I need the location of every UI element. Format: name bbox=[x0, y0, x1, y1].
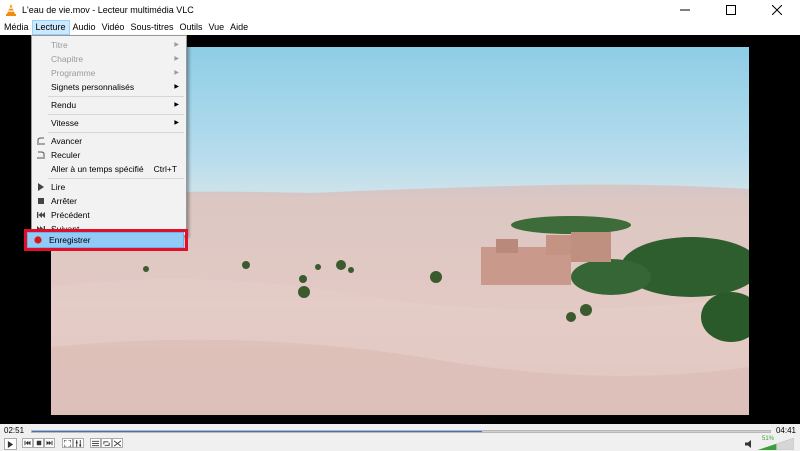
stop-icon bbox=[36, 440, 41, 446]
playlist-button[interactable] bbox=[90, 438, 101, 448]
window-title: L'eau de vie.mov - Lecteur multimédia VL… bbox=[22, 5, 194, 15]
volume-slider[interactable] bbox=[758, 438, 794, 450]
submenu-arrow-icon: ▶ bbox=[174, 56, 179, 62]
submenu-arrow-icon: ▶ bbox=[174, 70, 179, 76]
player-controls: 02:51 04:41 51% bbox=[0, 424, 800, 451]
maximize-icon bbox=[726, 5, 736, 15]
backward-icon bbox=[37, 151, 45, 159]
submenu-arrow-icon: ▶ bbox=[174, 84, 179, 90]
menu-item-stop[interactable]: Arrêter bbox=[33, 194, 185, 208]
menu-media[interactable]: Média bbox=[0, 20, 32, 35]
menu-separator bbox=[48, 178, 184, 179]
menu-item-play[interactable]: Lire bbox=[33, 180, 185, 194]
play-icon bbox=[7, 440, 14, 448]
menu-view[interactable]: Vue bbox=[205, 20, 227, 35]
previous-icon bbox=[24, 440, 31, 446]
menu-item-chapter[interactable]: Chapitre ▶ bbox=[33, 52, 185, 66]
submenu-arrow-icon: ▶ bbox=[174, 102, 179, 108]
menu-subtitles[interactable]: Sous-titres bbox=[127, 20, 176, 35]
play-icon bbox=[38, 183, 44, 191]
menu-audio[interactable]: Audio bbox=[70, 20, 99, 35]
seek-progress bbox=[32, 431, 483, 432]
minimize-icon bbox=[680, 9, 690, 11]
forward-icon bbox=[37, 137, 45, 145]
menu-item-forward[interactable]: Avancer bbox=[33, 134, 185, 148]
menu-playback[interactable]: Lecture bbox=[31, 20, 70, 35]
total-time: 04:41 bbox=[775, 426, 796, 435]
shuffle-icon bbox=[114, 440, 121, 446]
menu-item-backward[interactable]: Reculer bbox=[33, 148, 185, 162]
stop-button[interactable] bbox=[33, 438, 44, 448]
submenu-arrow-icon: ▶ bbox=[174, 42, 179, 48]
menu-bar: Média Lecture Audio Vidéo Sous-titres Ou… bbox=[0, 20, 800, 35]
menu-item-title[interactable]: Titre ▶ bbox=[33, 38, 185, 52]
shortcut-label: Ctrl+T bbox=[153, 164, 177, 174]
menu-item-speed[interactable]: Vitesse ▶ bbox=[33, 116, 185, 130]
seek-bar[interactable] bbox=[31, 430, 771, 433]
submenu-arrow-icon: ▶ bbox=[174, 120, 179, 126]
vlc-cone-icon bbox=[6, 4, 16, 16]
menu-video[interactable]: Vidéo bbox=[99, 20, 128, 35]
stop-icon bbox=[38, 198, 44, 204]
menu-item-renderer[interactable]: Rendu ▶ bbox=[33, 98, 185, 112]
previous-icon bbox=[37, 212, 45, 218]
fullscreen-button[interactable] bbox=[62, 438, 73, 448]
menu-tools[interactable]: Outils bbox=[176, 20, 205, 35]
menu-help[interactable]: Aide bbox=[227, 20, 251, 35]
title-bar: L'eau de vie.mov - Lecteur multimédia VL… bbox=[0, 0, 800, 20]
menu-separator bbox=[48, 132, 184, 133]
menu-separator bbox=[48, 114, 184, 115]
highlight-annotation-box bbox=[24, 229, 188, 251]
next-icon bbox=[46, 440, 53, 446]
menu-item-previous[interactable]: Précédent bbox=[33, 208, 185, 222]
menu-item-goto-time[interactable]: Aller à un temps spécifié Ctrl+T bbox=[33, 162, 185, 176]
fullscreen-icon bbox=[64, 439, 71, 447]
speaker-icon[interactable] bbox=[745, 440, 755, 448]
close-icon bbox=[772, 5, 782, 15]
menu-item-program[interactable]: Programme ▶ bbox=[33, 66, 185, 80]
maximize-button[interactable] bbox=[708, 0, 754, 20]
extended-settings-button[interactable] bbox=[73, 438, 84, 448]
menu-separator bbox=[48, 96, 184, 97]
menu-item-bookmarks[interactable]: Signets personnalisés ▶ bbox=[33, 80, 185, 94]
close-button[interactable] bbox=[754, 0, 800, 20]
play-button[interactable] bbox=[4, 438, 17, 450]
shuffle-button[interactable] bbox=[112, 438, 123, 448]
playback-menu: Titre ▶ Chapitre ▶ Programme ▶ Signets p… bbox=[31, 35, 187, 236]
next-button[interactable] bbox=[44, 438, 55, 448]
loop-button[interactable] bbox=[101, 438, 112, 448]
elapsed-time: 02:51 bbox=[4, 426, 25, 435]
equalizer-icon bbox=[75, 439, 82, 447]
loop-icon bbox=[103, 440, 110, 446]
minimize-button[interactable] bbox=[662, 0, 708, 20]
playlist-icon bbox=[92, 440, 99, 446]
previous-button[interactable] bbox=[22, 438, 33, 448]
